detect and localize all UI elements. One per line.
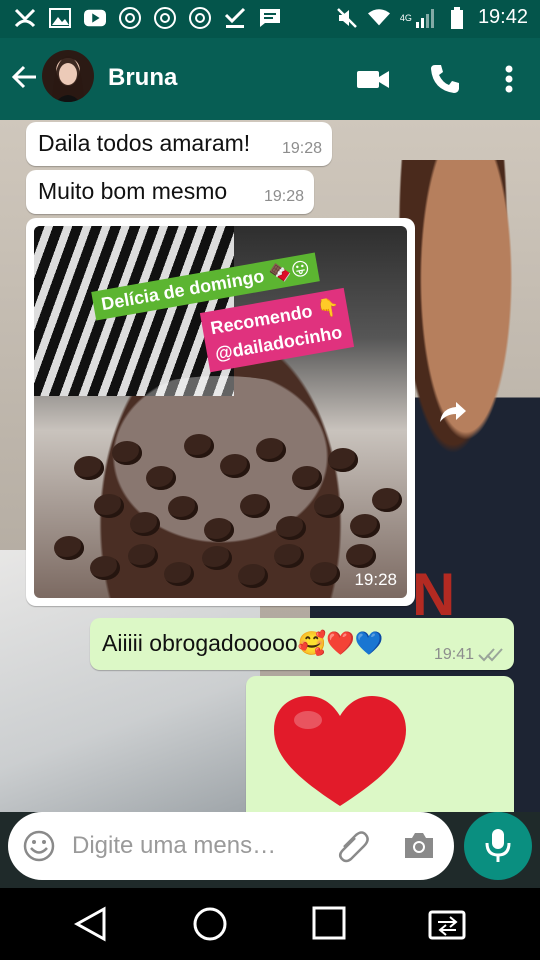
chocolate-chip	[130, 512, 160, 536]
chocolate-chip	[74, 456, 104, 480]
signal-icon	[414, 7, 436, 29]
chocolate-chip	[94, 494, 124, 518]
message-image[interactable]: Delícia de domingo 🍫😛 Recomendo 👇 @daila…	[26, 218, 415, 606]
message-outgoing-emoji[interactable]	[246, 676, 514, 812]
chocolate-chip	[274, 544, 304, 568]
video-call-icon[interactable]	[356, 62, 390, 96]
chocolate-chip	[346, 544, 376, 568]
chocolate-chip	[350, 514, 380, 538]
contact-name[interactable]: Bruna	[108, 64, 177, 92]
message-text: Daila todos amaram!	[38, 130, 251, 156]
chocolate-chip	[276, 516, 306, 540]
chocolate-chip	[168, 496, 198, 520]
chocolate-chip	[372, 488, 402, 512]
battery-icon	[446, 6, 468, 29]
back-arrow-icon[interactable]	[10, 62, 40, 92]
gallery-icon	[49, 7, 71, 29]
message-outgoing[interactable]: Aiiiii obrogadooooo🥰❤️💙 19:41	[90, 618, 514, 670]
phone-icon[interactable]	[428, 62, 462, 96]
message-time: 19:41	[433, 646, 474, 663]
message-text: Aiiiii obrogadooooo🥰❤️💙	[102, 630, 384, 656]
message-incoming[interactable]: Muito bom mesmo 19:28	[26, 170, 314, 214]
read-ticks-icon	[478, 647, 504, 663]
missed-call-icon	[14, 7, 36, 29]
message-incoming[interactable]: Daila todos amaram! 19:28	[26, 122, 332, 166]
message-text: Muito bom mesmo	[38, 178, 228, 204]
youtube-icon	[84, 7, 106, 29]
chocolate-chip	[310, 562, 340, 586]
navigation-bar	[0, 888, 540, 960]
message-input-bar[interactable]: Digite uma mens…	[8, 812, 454, 880]
chocolate-chip	[292, 466, 322, 490]
chrome-icon	[154, 7, 176, 29]
chocolate-chip	[328, 448, 358, 472]
chocolate-chip	[128, 544, 158, 568]
attach-icon[interactable]	[336, 829, 370, 868]
recents-nav-icon[interactable]	[312, 906, 346, 945]
chocolate-chip	[54, 536, 84, 560]
more-vert-icon[interactable]	[492, 62, 526, 96]
chocolate-chip	[220, 454, 250, 478]
chocolate-photo[interactable]: Delícia de domingo 🍫😛 Recomendo 👇 @daila…	[34, 226, 407, 598]
chat-header: Bruna	[0, 38, 540, 120]
mic-button[interactable]	[464, 812, 532, 880]
camera-icon[interactable]	[402, 829, 436, 868]
chocolate-chip	[112, 441, 142, 465]
chrome-icon	[119, 7, 141, 29]
chocolate-chip	[164, 562, 194, 586]
avatar[interactable]	[42, 50, 94, 102]
chocolate-chip	[204, 518, 234, 542]
chocolate-chip	[146, 466, 176, 490]
chrome-icon	[189, 7, 211, 29]
message-time: 19:28	[263, 188, 304, 205]
message-input[interactable]: Digite uma mens…	[72, 832, 276, 860]
message-time: 19:28	[281, 140, 322, 157]
switch-sim-icon[interactable]	[428, 906, 468, 945]
status-bar: 4G 19:42	[0, 0, 540, 38]
heart-icon	[270, 694, 410, 812]
chocolate-chip	[202, 546, 232, 570]
message-time: 19:28	[354, 570, 397, 589]
message-icon	[259, 7, 281, 29]
status-time: 19:42	[477, 6, 528, 28]
mute-icon	[336, 7, 358, 29]
chocolate-chip	[184, 434, 214, 458]
forward-icon[interactable]	[438, 400, 468, 424]
chocolate-chip	[256, 438, 286, 462]
chocolate-chip	[314, 494, 344, 518]
download-done-icon	[224, 7, 246, 29]
chat-area[interactable]: N Daila todos amaram! 19:28 Muito bom me…	[0, 120, 540, 812]
emoji-icon[interactable]	[22, 829, 56, 868]
chocolate-chip	[90, 556, 120, 580]
mic-icon	[484, 828, 512, 869]
chocolate-chip	[238, 564, 268, 588]
chocolate-chip	[240, 494, 270, 518]
home-nav-icon[interactable]	[192, 906, 228, 947]
back-nav-icon[interactable]	[73, 906, 108, 947]
wifi-icon	[367, 7, 390, 29]
network-type: 4G	[399, 12, 412, 23]
